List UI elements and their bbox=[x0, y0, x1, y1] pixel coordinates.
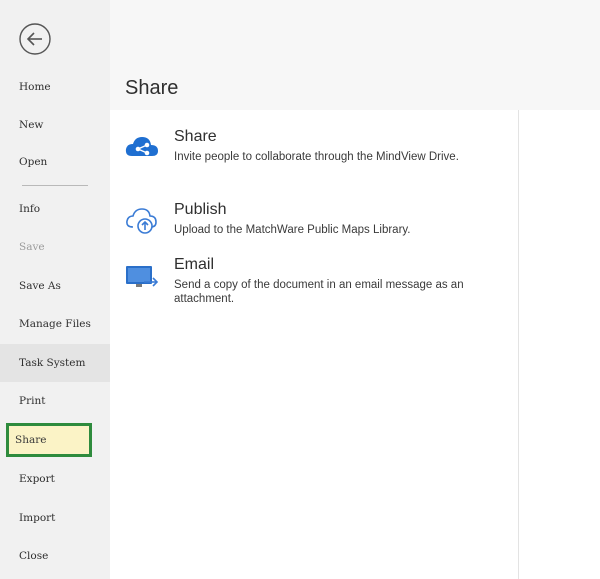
share-option-title: Share bbox=[174, 128, 217, 145]
email-option-description: Send a copy of the document in an email … bbox=[174, 279, 464, 305]
email-monitor-icon bbox=[124, 260, 160, 290]
sidebar-item-new[interactable]: New bbox=[0, 106, 110, 144]
email-option-title: Email bbox=[174, 256, 215, 273]
email-option[interactable]: Email Send a copy of the document in an … bbox=[124, 256, 514, 311]
share-option-description: Invite people to collaborate through the… bbox=[174, 151, 459, 163]
sidebar-item-home[interactable]: Home bbox=[0, 68, 110, 106]
sidebar-item-manage-files[interactable]: Manage Files bbox=[0, 305, 110, 343]
share-option[interactable]: Share Invite people to collaborate throu… bbox=[124, 128, 514, 178]
sidebar-item-save: Save bbox=[19, 241, 45, 253]
backstage-sidebar: Home New Open Info Save Save As Manage F… bbox=[0, 0, 110, 579]
sidebar-item-open[interactable]: Open bbox=[0, 143, 110, 181]
sidebar-item-export[interactable]: Export bbox=[0, 460, 110, 498]
sidebar-item-close[interactable]: Close bbox=[0, 537, 110, 575]
sidebar-item-print[interactable]: Print bbox=[0, 382, 110, 420]
back-arrow-icon bbox=[19, 23, 51, 55]
cloud-upload-icon bbox=[124, 205, 160, 235]
publish-option-description: Upload to the MatchWare Public Maps Libr… bbox=[174, 224, 411, 236]
sidebar-item-task-system[interactable]: Task System bbox=[0, 344, 110, 382]
sidebar-item-info[interactable]: Info bbox=[0, 190, 110, 228]
sidebar-divider bbox=[22, 185, 88, 186]
publish-option[interactable]: Publish Upload to the MatchWare Public M… bbox=[124, 201, 514, 246]
content-divider bbox=[518, 110, 519, 579]
sidebar-item-save-as[interactable]: Save As bbox=[0, 267, 110, 305]
sidebar-item-import[interactable]: Import bbox=[0, 499, 110, 537]
cloud-share-icon bbox=[124, 132, 160, 162]
back-button[interactable] bbox=[18, 22, 52, 56]
publish-option-title: Publish bbox=[174, 201, 227, 218]
header-band: Share bbox=[110, 0, 600, 110]
sidebar-item-share[interactable]: Share bbox=[6, 423, 92, 457]
page-title: Share bbox=[125, 77, 179, 99]
